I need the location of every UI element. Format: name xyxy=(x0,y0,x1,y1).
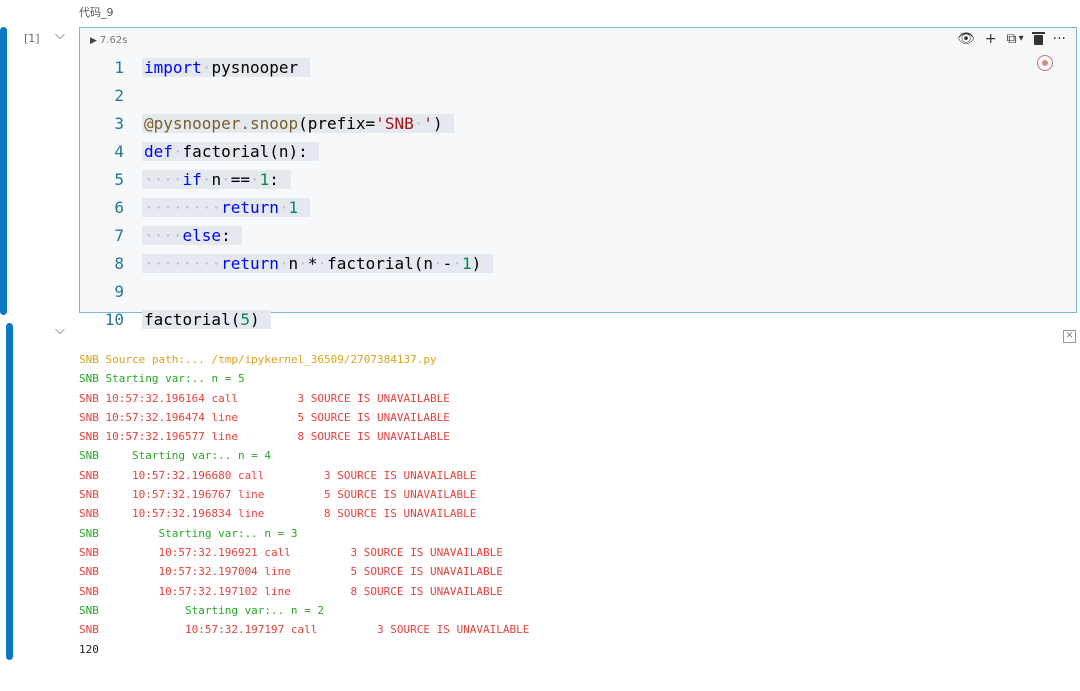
line-number: 6 xyxy=(114,198,124,217)
plus-icon[interactable]: + xyxy=(985,32,997,46)
output-line: SNB 10:57:32.196680 call 3 SOURCE IS UNA… xyxy=(79,468,477,482)
output-line: SNB Starting var:.. n = 5 xyxy=(79,372,245,386)
line-number: 2 xyxy=(114,86,124,105)
code-editor[interactable]: ▶ 7.62s 👁 + ⧉ ▾ ··· 1 import·pysnooper 2 3 @… xyxy=(79,27,1077,329)
output-line: SNB Starting var:.. n = 3 xyxy=(79,526,298,540)
line-number: 9 xyxy=(114,282,124,301)
cell-title: 代码_9 xyxy=(79,6,114,19)
more-icon[interactable]: ··· xyxy=(1053,32,1066,46)
code-line[interactable]: @pysnooper.snoop(prefix='SNB·') xyxy=(142,110,455,138)
output-line: SNB 10:57:32.196767 line 5 SOURCE IS UNA… xyxy=(79,488,477,502)
output-selection-bar[interactable] xyxy=(6,323,13,660)
code-line[interactable]: factorial(5) xyxy=(142,306,272,334)
ai-assistant-icon[interactable] xyxy=(1037,55,1053,71)
collapse-cell-chevron-down-icon[interactable]: ⌵ xyxy=(55,29,65,42)
line-number: 3 xyxy=(114,114,124,133)
output-line: SNB 10:57:32.196921 call 3 SOURCE IS UNA… xyxy=(79,545,503,559)
play-icon: ▶ xyxy=(90,36,97,46)
code-line[interactable]: ····if·n·==·1: xyxy=(142,166,291,194)
execution-count: [1] xyxy=(24,32,40,45)
run-time: 7.62s xyxy=(99,35,128,46)
code-line[interactable]: def·factorial(n): xyxy=(142,138,320,166)
output-line: SNB 10:57:32.197278 line 5 SOURCE IS UNA… xyxy=(79,639,1069,640)
output-line: SNB 10:57:32.197004 line 5 SOURCE IS UNA… xyxy=(79,565,503,579)
cell-selection-bar[interactable] xyxy=(0,27,7,315)
cell-output: SNB Source path:... /tmp/ipykernel_36509… xyxy=(79,350,1069,640)
collapse-output-chevron-down-icon[interactable]: ⌵ xyxy=(55,324,65,337)
code-line[interactable]: import·pysnooper xyxy=(142,54,310,82)
code-line[interactable]: ····else: xyxy=(142,222,243,250)
copy-icon[interactable]: ⧉ xyxy=(1007,32,1017,46)
chevron-down-icon[interactable]: ▾ xyxy=(1019,34,1024,44)
line-number: 8 xyxy=(114,254,124,273)
output-line: SNB Source path:... /tmp/ipykernel_36509… xyxy=(79,353,437,366)
result-value: 120 xyxy=(79,643,99,656)
line-number: 7 xyxy=(114,226,124,245)
output-line: SNB 10:57:32.196834 line 8 SOURCE IS UNA… xyxy=(79,507,477,521)
output-line: SNB 10:57:32.197197 call 3 SOURCE IS UNA… xyxy=(79,623,530,637)
code-line[interactable]: ········return·n·*·factorial(n·-·1) xyxy=(142,250,493,278)
trash-icon[interactable] xyxy=(1031,32,1045,45)
line-number: 5 xyxy=(114,170,124,189)
eye-icon[interactable]: 👁 xyxy=(957,32,975,46)
output-line: SNB 10:57:32.196164 call 3 SOURCE IS UNA… xyxy=(79,391,450,405)
clear-output-button[interactable]: ✕ xyxy=(1063,330,1076,343)
output-line: SNB 10:57:32.197102 line 8 SOURCE IS UNA… xyxy=(79,584,503,598)
line-number: 10 xyxy=(104,310,124,329)
cell-toolbar: 👁 + ⧉ ▾ ··· xyxy=(957,32,1066,46)
line-number: 4 xyxy=(114,142,124,161)
output-line: SNB 10:57:32.196577 line 8 SOURCE IS UNA… xyxy=(79,430,450,444)
run-cell-button[interactable]: ▶ 7.62s xyxy=(90,35,127,46)
line-number: 1 xyxy=(114,58,124,77)
output-line: SNB 10:57:32.196474 line 5 SOURCE IS UNA… xyxy=(79,410,450,424)
code-line[interactable]: ········return·1 xyxy=(142,194,310,222)
output-line: SNB Starting var:.. n = 4 xyxy=(79,449,272,463)
output-line: SNB Starting var:.. n = 2 xyxy=(79,603,325,617)
